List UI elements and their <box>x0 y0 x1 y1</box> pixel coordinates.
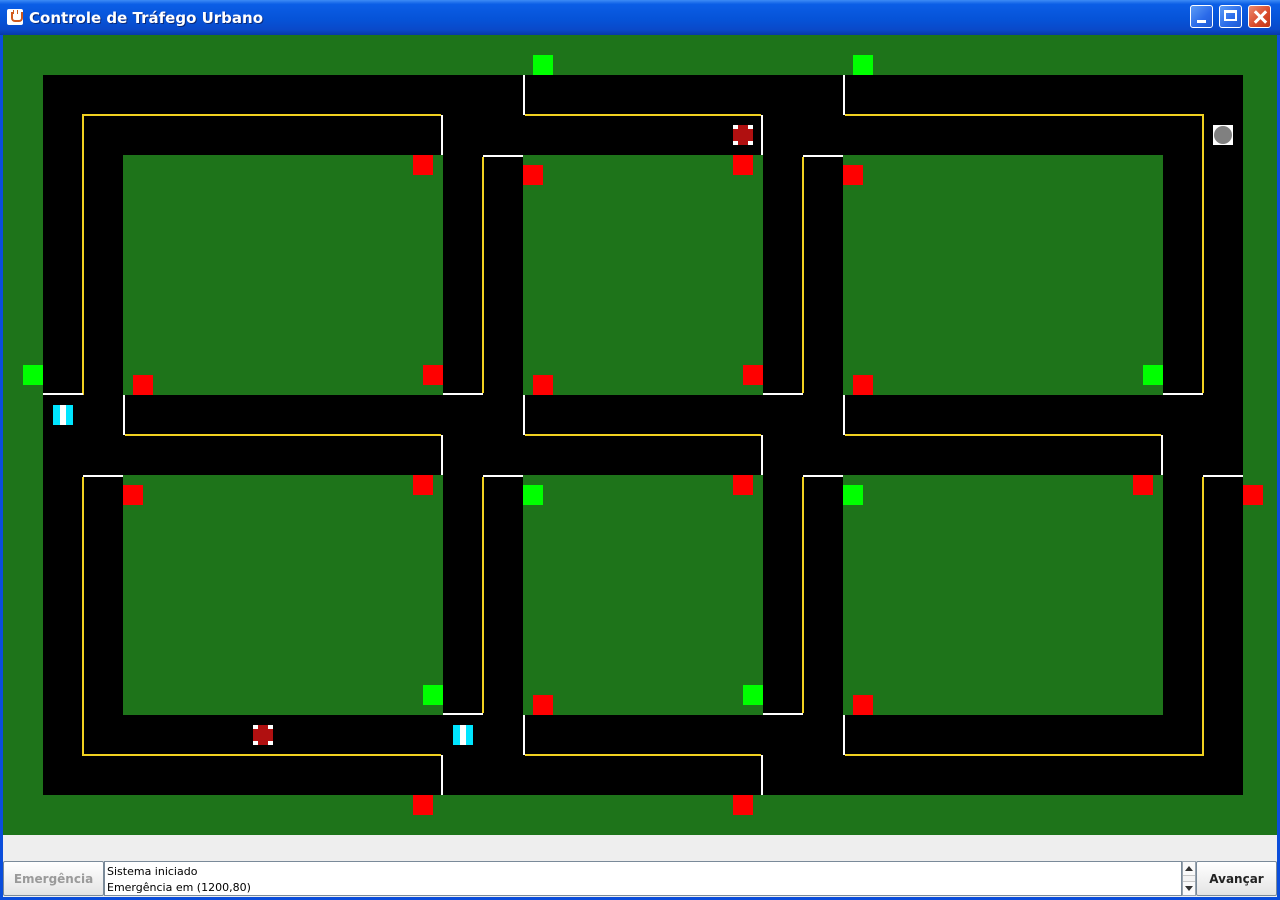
traffic-light-green[interactable] <box>743 685 763 705</box>
emergency-button[interactable]: Emergência <box>3 861 104 896</box>
window-title: Controle de Tráfego Urbano <box>29 9 264 27</box>
traffic-light-red[interactable] <box>413 795 433 815</box>
traffic-light-green[interactable] <box>853 55 873 75</box>
event-log[interactable]: Sistema iniciado Emergência em (1200,80) <box>104 861 1182 896</box>
java-app-icon[interactable] <box>7 9 23 25</box>
minimize-button[interactable] <box>1190 5 1213 28</box>
content-pane: Emergência Sistema iniciado Emergência e… <box>3 35 1277 897</box>
maximize-button[interactable] <box>1219 5 1242 28</box>
title-bar[interactable]: Controle de Tráfego Urbano <box>0 0 1280 35</box>
emergency-marker[interactable] <box>1213 125 1233 145</box>
traffic-light-green[interactable] <box>1143 365 1163 385</box>
traffic-light-red[interactable] <box>1133 475 1153 495</box>
scroll-down-arrow-icon[interactable] <box>1183 881 1195 895</box>
log-line: Emergência em (1200,80) <box>107 881 251 894</box>
traffic-light-red[interactable] <box>423 365 443 385</box>
ambulance[interactable] <box>453 725 473 745</box>
traffic-light-red[interactable] <box>843 165 863 185</box>
log-scrollbar[interactable] <box>1182 861 1196 896</box>
traffic-map <box>3 35 1277 835</box>
traffic-light-green[interactable] <box>523 485 543 505</box>
traffic-light-red[interactable] <box>743 365 763 385</box>
traffic-light-green[interactable] <box>23 365 43 385</box>
traffic-light-red[interactable] <box>853 695 873 715</box>
car[interactable] <box>253 725 273 745</box>
traffic-light-green[interactable] <box>533 55 553 75</box>
traffic-light-green[interactable] <box>843 485 863 505</box>
traffic-light-red[interactable] <box>133 375 153 395</box>
traffic-light-red[interactable] <box>733 475 753 495</box>
car[interactable] <box>733 125 753 145</box>
scroll-up-arrow-icon[interactable] <box>1183 862 1195 876</box>
control-bar: Emergência Sistema iniciado Emergência e… <box>3 861 1277 897</box>
ambulance[interactable] <box>53 405 73 425</box>
traffic-light-red[interactable] <box>733 155 753 175</box>
traffic-light-red[interactable] <box>733 795 753 815</box>
traffic-light-red[interactable] <box>1243 485 1263 505</box>
close-button[interactable] <box>1248 5 1271 28</box>
traffic-light-red[interactable] <box>413 155 433 175</box>
traffic-light-red[interactable] <box>533 375 553 395</box>
traffic-light-red[interactable] <box>853 375 873 395</box>
log-line: Sistema iniciado <box>107 865 198 878</box>
traffic-light-red[interactable] <box>533 695 553 715</box>
traffic-light-red[interactable] <box>123 485 143 505</box>
traffic-light-red[interactable] <box>413 475 433 495</box>
app-window: Controle de Tráfego Urbano Emergência Si… <box>0 0 1280 900</box>
advance-button[interactable]: Avançar <box>1196 861 1277 896</box>
traffic-light-green[interactable] <box>423 685 443 705</box>
traffic-light-red[interactable] <box>523 165 543 185</box>
